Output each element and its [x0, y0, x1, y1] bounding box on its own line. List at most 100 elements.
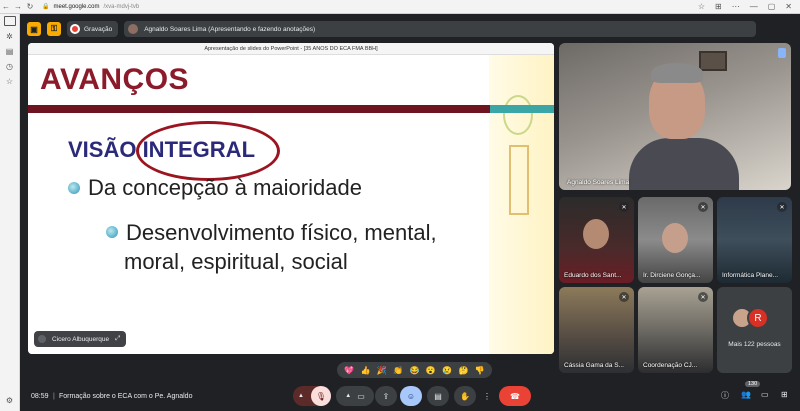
minimize-icon[interactable]: —: [750, 2, 758, 11]
wall-frame: [699, 51, 727, 71]
info-icon[interactable]: ⓘ: [721, 390, 729, 401]
reaction-clap[interactable]: 👏: [393, 366, 403, 375]
captions-button[interactable]: ▤: [427, 386, 449, 406]
mic-off-icon: ✕: [777, 202, 787, 212]
mic-off-icon: ✕: [698, 202, 708, 212]
reaction-heart[interactable]: 💖: [344, 366, 354, 375]
more-people-label: Mais 122 pessoas: [728, 341, 781, 348]
library-icon[interactable]: ▤: [6, 47, 14, 56]
more-vert-icon: ⋮: [483, 391, 491, 401]
mic-toggle-button[interactable]: ▲ 🎙: [293, 386, 331, 406]
menu-icon[interactable]: ⋯: [732, 2, 740, 11]
hangup-icon: ☎: [510, 391, 520, 401]
slide: AVANÇOS VISÃO INTEGRAL Da concepção à ma…: [28, 55, 554, 354]
leave-call-button[interactable]: ☎: [499, 386, 531, 406]
participant-tile[interactable]: ✕ Cássia Gama da S...: [559, 287, 634, 373]
url-host: meet.google.com: [53, 3, 100, 10]
activities-icon[interactable]: ▣: [27, 22, 41, 36]
camera-icon: ▭: [357, 391, 365, 401]
present-screen-button[interactable]: ⇪: [375, 386, 397, 406]
mic-off-icon: 🎙: [311, 386, 331, 406]
participants-count-badge: 130: [745, 381, 761, 387]
presenter-name-tag: Cicero Albuquerque ⤢: [34, 331, 127, 347]
tile-label: Informática Plane...: [722, 272, 778, 279]
reaction-thumbs-down[interactable]: 👎: [475, 366, 485, 375]
meet-topbar: ▣ ⚿ Gravação Agnaldo Soares Lima (Aprese…: [27, 20, 757, 38]
maximize-icon[interactable]: ▢: [768, 2, 776, 11]
bookmarks-icon[interactable]: ☆: [6, 77, 13, 86]
raise-hand-button[interactable]: ✋: [454, 386, 476, 406]
main-speaker-tile[interactable]: Agnaldo Soares Lima: [559, 43, 791, 190]
emoji-icon: ☺: [406, 391, 416, 401]
reaction-sad[interactable]: 😢: [442, 366, 452, 375]
reaction-thinking[interactable]: 🤔: [458, 366, 468, 375]
ppt-window-title: Apresentação de slides do PowerPoint - […: [28, 43, 554, 55]
participant-tile[interactable]: ✕ Eduardo dos Sant...: [559, 197, 634, 283]
reaction-surprised[interactable]: 😮: [426, 366, 436, 375]
bottom-bar: 08:59 | Formação sobre o ECA com o Pe. A…: [21, 381, 800, 411]
separator: |: [53, 392, 55, 400]
reaction-laugh[interactable]: 😂: [409, 366, 419, 375]
browser-toolbar: ← → ↻ 🔒 meet.google.com/xva-mdvj-tvb ☆ ⊞…: [0, 0, 800, 14]
people-icon[interactable]: 👥: [741, 390, 751, 399]
slide-heading: AVANÇOS: [40, 63, 190, 96]
bullet-icon: [106, 226, 118, 238]
close-icon[interactable]: ✕: [785, 2, 792, 11]
recording-indicator[interactable]: Gravação: [67, 21, 119, 37]
tile-label: Ir. Dirciene Gonça...: [643, 272, 701, 279]
meeting-name: Formação sobre o ECA com o Pe. Agnaldo: [59, 392, 193, 400]
settings-icon[interactable]: ⚙: [6, 396, 13, 405]
audio-indicator-icon: [778, 48, 786, 58]
bullet-2: Desenvolvimento físico, mental, moral, e…: [106, 218, 506, 274]
history-icon[interactable]: ◷: [6, 62, 13, 71]
host-controls-icon[interactable]: ⚿: [47, 22, 61, 36]
presenter-name: Cicero Albuquerque: [52, 335, 110, 343]
clock: 08:59: [31, 392, 49, 400]
tile-label: Coordenação CJ...: [643, 362, 698, 369]
participant-tile[interactable]: ✕ Ir. Dirciene Gonça...: [638, 197, 713, 283]
sidebar-toggle-icon[interactable]: [3, 16, 16, 26]
address-bar[interactable]: 🔒 meet.google.com/xva-mdvj-tvb: [42, 3, 140, 11]
tile-label: Agnaldo Soares Lima: [567, 179, 630, 186]
activities-icon[interactable]: ⊞: [781, 390, 788, 399]
participant-tile[interactable]: ✕ Informática Plane...: [717, 197, 792, 283]
url-path: /xva-mdvj-tvb: [103, 3, 140, 10]
participant-avatar-letter: R: [747, 307, 769, 329]
bullet-1: Da concepção à maioridade: [68, 175, 362, 201]
present-icon: ⇪: [382, 391, 390, 401]
slide-decoration: [489, 55, 554, 354]
more-participants-tile[interactable]: R Mais 122 pessoas: [717, 287, 792, 373]
extensions-icon[interactable]: ⊞: [715, 2, 722, 11]
speaker-hair: [651, 63, 703, 83]
reload-icon[interactable]: ↻: [24, 2, 36, 11]
ai-sparkle-icon[interactable]: ✲: [6, 32, 13, 41]
meet-window: ▣ ⚿ Gravação Agnaldo Soares Lima (Aprese…: [21, 15, 800, 411]
participant-tile[interactable]: ✕ Coordenação CJ...: [638, 287, 713, 373]
more-options-button[interactable]: ⋮: [480, 386, 494, 406]
bullet-2-line1: Desenvolvimento físico, mental,: [126, 220, 437, 245]
mic-off-icon: ✕: [619, 292, 629, 302]
slide-subheading: VISÃO INTEGRAL: [68, 137, 256, 162]
reaction-thumbs-up[interactable]: 👍: [361, 366, 371, 375]
bookmark-star-icon[interactable]: ☆: [698, 2, 705, 11]
chevron-up-icon[interactable]: ▲: [345, 393, 351, 399]
mic-off-icon: [38, 335, 46, 343]
chevron-up-icon[interactable]: ▲: [298, 393, 304, 399]
back-icon[interactable]: ←: [0, 2, 12, 11]
reactions-button[interactable]: ☺: [400, 386, 422, 406]
fullscreen-icon[interactable]: ⤢: [115, 335, 120, 343]
bullet-icon: [68, 182, 80, 194]
presenter-banner: Agnaldo Soares Lima (Apresentando e faze…: [124, 21, 757, 37]
participant-face: [662, 223, 688, 253]
chat-icon[interactable]: ▭: [761, 390, 769, 399]
presenter-avatar: [128, 24, 139, 34]
presenter-text: Agnaldo Soares Lima (Apresentando e faze…: [144, 25, 316, 33]
reactions-bar: 💖 👍 🎉 👏 😂 😮 😢 🤔 👎: [337, 362, 492, 378]
bullet-2-line2: moral, espiritual, social: [124, 249, 348, 274]
drawing-face: [503, 95, 533, 135]
record-icon: [70, 24, 80, 34]
reaction-party[interactable]: 🎉: [377, 366, 387, 375]
browser-sidebar: ✲ ▤ ◷ ☆ ⚙: [0, 14, 20, 411]
forward-icon[interactable]: →: [12, 2, 24, 11]
camera-toggle-button[interactable]: ▲ ▭: [336, 386, 374, 406]
